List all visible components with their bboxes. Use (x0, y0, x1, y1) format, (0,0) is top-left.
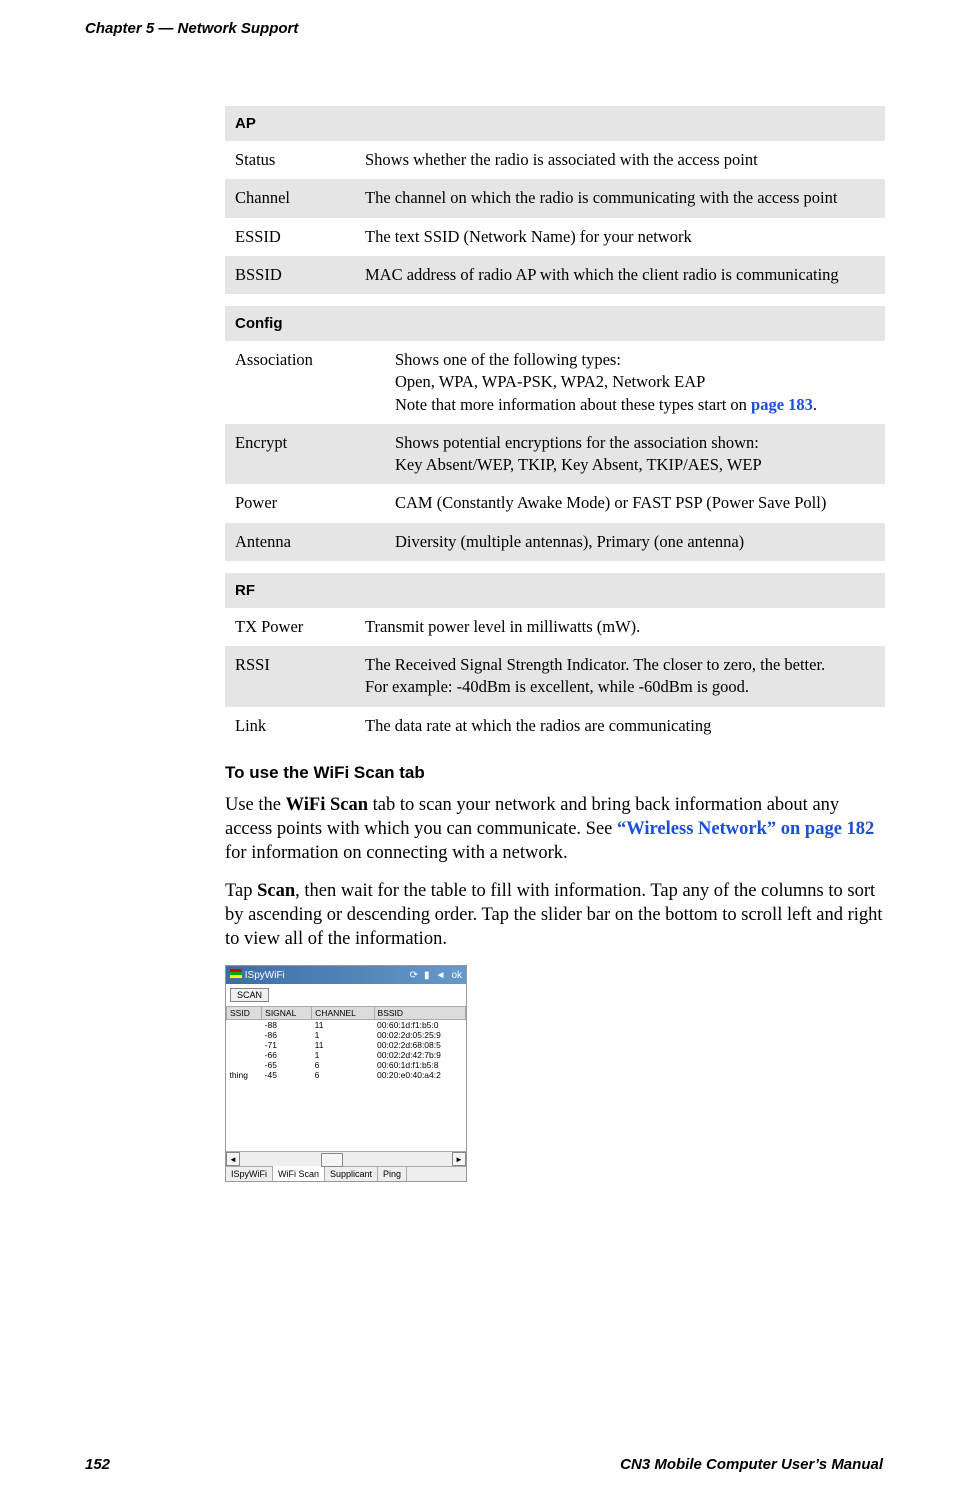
row-key: Status (225, 141, 355, 179)
tab-supplicant[interactable]: Supplicant (325, 1167, 378, 1181)
bottom-tabs: ISpyWiFi WiFi Scan Supplicant Ping (226, 1166, 466, 1181)
start-flag-icon (230, 969, 242, 978)
table-row: -86100:02:2d:05:25:9 (227, 1030, 466, 1040)
scroll-track[interactable] (240, 1153, 452, 1165)
wireless-network-link[interactable]: “Wireless Network” on page 182 (617, 819, 874, 839)
ap-heading: AP (225, 106, 885, 141)
row-key: TX Power (225, 608, 355, 646)
row-text: The Received Signal Strength Indicator. … (365, 655, 825, 674)
row-val: The channel on which the radio is commun… (355, 179, 885, 217)
scan-results-table: SSID SIGNAL CHANNEL BSSID -881100:60:1d:… (226, 1006, 466, 1080)
table-row: Channel The channel on which the radio i… (225, 179, 885, 217)
page-number: 152 (85, 1456, 110, 1473)
window-title-text: ISpyWiFi (245, 970, 285, 981)
col-signal[interactable]: SIGNAL (262, 1007, 312, 1020)
row-val: Shows whether the radio is associated wi… (355, 141, 885, 179)
table-row: Status Shows whether the radio is associ… (225, 141, 885, 179)
table-row: RSSI The Received Signal Strength Indica… (225, 646, 885, 707)
page-header: Chapter 5 — Network Support (85, 20, 298, 37)
table-row: -65600:60:1d:f1:b5:8 (227, 1060, 466, 1070)
text-bold: Scan (257, 881, 295, 901)
row-key: Antenna (225, 523, 385, 561)
scan-results-area: SSID SIGNAL CHANNEL BSSID -881100:60:1d:… (226, 1006, 466, 1151)
tab-ping[interactable]: Ping (378, 1167, 407, 1181)
text: , then wait for the table to fill with i… (225, 881, 883, 949)
chapter-title: Chapter 5 — Network Support (85, 20, 298, 37)
paragraph: Use the WiFi Scan tab to scan your netwo… (225, 793, 885, 865)
page-link[interactable]: page 183 (751, 395, 813, 414)
row-key: Power (225, 484, 385, 522)
row-key: RSSI (225, 646, 355, 707)
row-val: MAC address of radio AP with which the c… (355, 256, 885, 294)
row-key: BSSID (225, 256, 355, 294)
text-bold: WiFi Scan (286, 795, 368, 815)
main-content: AP Status Shows whether the radio is ass… (225, 106, 885, 1182)
row-val: Transmit power level in milliwatts (mW). (355, 608, 885, 646)
text: Use the (225, 795, 286, 815)
col-channel[interactable]: CHANNEL (312, 1007, 374, 1020)
row-key: Encrypt (225, 424, 385, 485)
row-text: . (813, 395, 817, 414)
row-val: The data rate at which the radios are co… (355, 707, 885, 745)
table-row: ESSID The text SSID (Network Name) for y… (225, 218, 885, 256)
row-key: ESSID (225, 218, 355, 256)
signal-icon: ▮ (424, 970, 430, 981)
col-ssid[interactable]: SSID (227, 1007, 262, 1020)
table-row: -66100:02:2d:42:7b:9 (227, 1050, 466, 1060)
table-row: TX Power Transmit power level in milliwa… (225, 608, 885, 646)
col-bssid[interactable]: BSSID (374, 1007, 465, 1020)
table-row: Link The data rate at which the radios a… (225, 707, 885, 745)
rf-heading: RF (225, 573, 885, 608)
row-val: The Received Signal Strength Indicator. … (355, 646, 885, 707)
row-val: Shows potential encryptions for the asso… (385, 424, 885, 485)
window-title: ISpyWiFi (230, 969, 285, 981)
table-row: Power CAM (Constantly Awake Mode) or FAS… (225, 484, 885, 522)
ap-table: AP Status Shows whether the radio is ass… (225, 106, 885, 294)
tab-ispywifi[interactable]: ISpyWiFi (226, 1167, 273, 1181)
row-val: The text SSID (Network Name) for your ne… (355, 218, 885, 256)
table-row: Encrypt Shows potential encryptions for … (225, 424, 885, 485)
scroll-thumb[interactable] (321, 1153, 343, 1167)
rf-table: RF TX Power Transmit power level in mill… (225, 573, 885, 745)
ok-button[interactable]: ok (451, 970, 462, 981)
row-text: For example: -40dBm is excellent, while … (365, 677, 749, 696)
speaker-icon: ◄ (436, 970, 446, 981)
sync-icon: ⟳ (410, 970, 418, 981)
config-table: Config Association Shows one of the foll… (225, 306, 885, 561)
row-val: Diversity (multiple antennas), Primary (… (385, 523, 885, 561)
row-text: Shows one of the following types: (395, 350, 621, 369)
page-footer: 152 CN3 Mobile Computer User’s Manual (85, 1456, 883, 1473)
table-row: -711100:02:2d:68:08:5 (227, 1040, 466, 1050)
table-row: Association Shows one of the following t… (225, 341, 885, 424)
row-key: Channel (225, 179, 355, 217)
row-key: Association (225, 341, 385, 424)
device-screenshot: ISpyWiFi ⟳ ▮ ◄ ok SCAN SSID SIGNAL CHANN… (225, 965, 467, 1182)
scroll-left-arrow[interactable]: ◄ (226, 1152, 240, 1166)
horizontal-scrollbar[interactable]: ◄ ► (226, 1151, 466, 1166)
text: for information on connecting with a net… (225, 843, 568, 863)
scan-button[interactable]: SCAN (230, 988, 269, 1002)
table-row: thing-45600:20:e0:40:a4:2 (227, 1070, 466, 1080)
row-key: Link (225, 707, 355, 745)
section-heading: To use the WiFi Scan tab (225, 763, 885, 783)
row-val: Shows one of the following types: Open, … (385, 341, 885, 424)
row-text: Key Absent/WEP, TKIP, Key Absent, TKIP/A… (395, 455, 762, 474)
table-row: Antenna Diversity (multiple antennas), P… (225, 523, 885, 561)
row-text: Open, WPA, WPA-PSK, WPA2, Network EAP (395, 372, 705, 391)
manual-title: CN3 Mobile Computer User’s Manual (620, 1456, 883, 1473)
row-text: Note that more information about these t… (395, 395, 751, 414)
text: Tap (225, 881, 257, 901)
window-titlebar: ISpyWiFi ⟳ ▮ ◄ ok (226, 966, 466, 984)
row-text: Shows potential encryptions for the asso… (395, 433, 759, 452)
config-heading: Config (225, 306, 885, 341)
scroll-right-arrow[interactable]: ► (452, 1152, 466, 1166)
row-val: CAM (Constantly Awake Mode) or FAST PSP … (385, 484, 885, 522)
table-row: BSSID MAC address of radio AP with which… (225, 256, 885, 294)
table-row: -881100:60:1d:f1:b5:0 (227, 1020, 466, 1031)
tab-wifi-scan[interactable]: WiFi Scan (273, 1166, 325, 1181)
paragraph: Tap Scan, then wait for the table to fil… (225, 879, 885, 951)
